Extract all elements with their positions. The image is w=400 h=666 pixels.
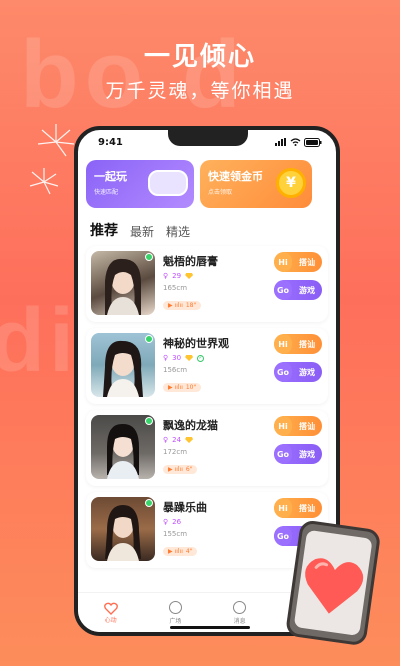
play-together-banner[interactable]: 一起玩 快速匹配 — [86, 160, 194, 208]
compass-icon — [168, 600, 182, 614]
hi-prefix: Hi — [274, 252, 292, 272]
nav-item-square[interactable]: 广场 — [168, 600, 182, 625]
home-indicator — [170, 626, 250, 629]
go-prefix: Go — [274, 362, 292, 382]
voice-intro[interactable]: ▶ ıılıı 4" — [163, 547, 198, 556]
voice-duration: 10" — [185, 384, 197, 391]
female-icon: ♀ — [163, 354, 169, 362]
verified-icon: ✓ — [197, 354, 205, 362]
female-icon: ♀ — [163, 436, 169, 444]
portrait-image — [105, 505, 141, 561]
nav-item-heart[interactable]: 心动 — [103, 602, 118, 624]
game-label: 游戏 — [299, 285, 315, 295]
signal-icon — [275, 138, 286, 146]
online-indicator — [145, 253, 153, 261]
voice-duration: 4" — [185, 548, 193, 555]
portrait-image — [103, 340, 143, 397]
user-photo[interactable] — [91, 415, 155, 479]
hi-prefix: Hi — [274, 334, 292, 354]
user-photo[interactable] — [91, 497, 155, 561]
play-icon: ▶ ıılıı — [168, 384, 183, 391]
user-age: 30 — [172, 354, 182, 362]
online-indicator — [145, 417, 153, 425]
battery-icon — [304, 137, 322, 147]
user-photo[interactable] — [91, 333, 155, 397]
greet-button[interactable]: Hi 搭讪 — [274, 416, 322, 436]
phone-heart-illustration — [286, 521, 380, 645]
greet-label: 搭讪 — [299, 503, 315, 513]
game-label: 游戏 — [299, 367, 315, 377]
user-age: 26 — [172, 518, 182, 526]
game-button[interactable]: Go 游戏 — [274, 362, 322, 382]
greet-button[interactable]: Hi 搭讪 — [274, 252, 322, 272]
nav-label: 消息 — [233, 617, 246, 625]
play-icon: ▶ ıılıı — [168, 548, 183, 555]
user-card[interactable]: 神秘的世界观 ♀ 30 ✓ 156cm ▶ ıılıı 10" Hi 搭讪 Go 游戏 — [86, 328, 328, 404]
greet-label: 搭讪 — [299, 257, 315, 267]
game-button[interactable]: Go 游戏 — [274, 280, 322, 300]
portrait-image — [105, 258, 141, 315]
user-card[interactable]: 魁梧的唇膏 ♀ 29 165cm ▶ ıılıı 18" Hi 搭讪 Go 游戏 — [86, 246, 328, 322]
greet-label: 搭讪 — [299, 421, 315, 431]
tab-latest[interactable]: 最新 — [130, 223, 154, 240]
tab-recommended[interactable]: 推荐 — [90, 220, 118, 240]
user-card[interactable]: 飘逸的龙猫 ♀ 24 172cm ▶ ıılıı 6" Hi 搭讪 Go 游戏 — [86, 410, 328, 486]
feed-tabs: 推荐 最新 精选 — [78, 208, 336, 244]
play-icon: ▶ ıılıı — [168, 302, 183, 309]
portrait-image — [107, 423, 139, 479]
phone-notch — [168, 130, 248, 146]
voice-duration: 18" — [185, 302, 197, 309]
female-icon: ♀ — [163, 272, 169, 280]
voice-intro[interactable]: ▶ ıılıı 6" — [163, 465, 198, 474]
hero-subline: 万千灵魂，等你相遇 — [105, 80, 295, 102]
user-age: 29 — [172, 272, 182, 280]
voice-intro[interactable]: ▶ ıılıı 18" — [163, 301, 202, 310]
user-photo[interactable] — [91, 251, 155, 315]
vip-gem-icon — [185, 355, 194, 361]
greet-button[interactable]: Hi 搭讪 — [274, 334, 322, 354]
online-indicator — [145, 335, 153, 343]
go-prefix: Go — [274, 280, 292, 300]
vip-gem-icon — [185, 273, 194, 279]
online-indicator — [145, 499, 153, 507]
game-label: 游戏 — [299, 449, 315, 459]
go-prefix: Go — [274, 444, 292, 464]
gamepad-icon — [148, 170, 188, 196]
hi-prefix: Hi — [274, 498, 292, 518]
heart-icon — [103, 602, 118, 615]
voice-duration: 6" — [185, 466, 193, 473]
play-icon: ▶ ıılıı — [168, 466, 183, 473]
hi-prefix: Hi — [274, 416, 292, 436]
user-age: 24 — [172, 436, 182, 444]
greet-label: 搭讪 — [299, 339, 315, 349]
coin-reward-banner[interactable]: 快速领金币 点击领取 ¥ — [200, 160, 312, 208]
nav-item-messages[interactable]: 消息 — [233, 600, 247, 625]
nav-label: 心动 — [104, 616, 117, 624]
hero-headline: 一见倾心 — [143, 42, 256, 72]
message-icon — [233, 600, 247, 614]
firework-decoration — [29, 124, 75, 195]
greet-button[interactable]: Hi 搭讪 — [274, 498, 322, 518]
female-icon: ♀ — [163, 518, 169, 526]
wifi-icon — [290, 138, 301, 146]
status-time: 9:41 — [98, 136, 123, 148]
coin-icon: ¥ — [276, 168, 306, 198]
voice-intro[interactable]: ▶ ıılıı 10" — [163, 383, 202, 392]
game-button[interactable]: Go 游戏 — [274, 444, 322, 464]
vip-gem-icon — [185, 437, 194, 443]
tab-featured[interactable]: 精选 — [166, 223, 190, 240]
nav-label: 广场 — [169, 617, 182, 625]
